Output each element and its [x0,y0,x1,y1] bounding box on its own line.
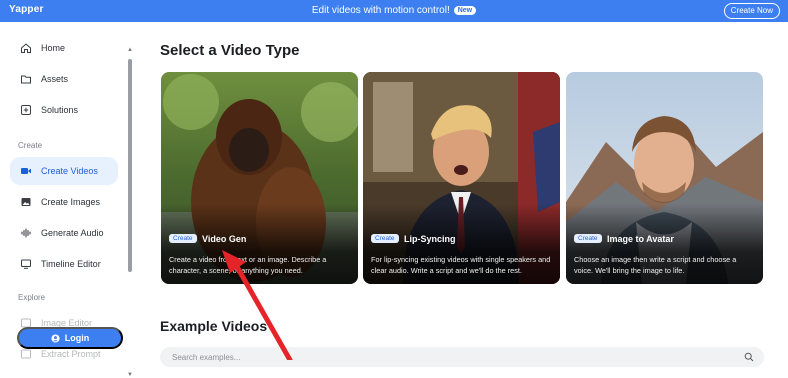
sidebar-item-label: Extract Prompt [41,349,101,359]
video-type-card-video-gen[interactable]: Create Video Gen Create a video from tex… [161,72,358,284]
main-content: Select a Video Type Create Video Gen Cre… [134,22,788,367]
page-title: Select a Video Type [160,42,300,59]
new-badge: New [453,6,477,15]
announcement-text[interactable]: Edit videos with motion control! [312,5,450,16]
sidebar-item-assets[interactable]: Assets [10,65,118,93]
sidebar-item-create-images[interactable]: Create Images [10,188,118,216]
sidebar-item-solutions[interactable]: Solutions [10,96,118,124]
scroll-up-arrow[interactable]: ▲ [127,47,133,53]
search-placeholder: Search examples... [172,353,241,362]
sidebar-item-label: Home [41,43,66,53]
card-tag: Create [169,234,197,243]
home-icon [21,43,31,53]
section-label-explore: Explore [18,293,46,302]
card-tag: Create [574,234,602,243]
sidebar-item-label: Create Images [41,197,101,207]
image-icon [21,198,31,206]
user-icon [51,333,60,343]
sidebar-item-label: Solutions [41,105,79,115]
card-title: Lip-Syncing [404,234,456,244]
card-tag: Create [371,234,399,243]
folder-icon [21,75,31,84]
card-title: Video Gen [202,234,247,244]
login-label: Login [64,333,90,343]
example-videos-heading: Example Videos [160,318,268,334]
card-description: Create a video from text or an image. De… [169,255,327,275]
video-type-card-lip-syncing[interactable]: Create Lip-Syncing For lip-syncing exist… [363,72,560,284]
card-description: For lip-syncing existing videos with sin… [371,255,551,275]
top-banner: Yapper Edit videos with motion control! N… [0,0,788,22]
prompt-icon [21,349,31,359]
sidebar-item-generate-audio[interactable]: Generate Audio [10,219,118,247]
sidebar-item-label: Create Videos [41,166,98,176]
login-button[interactable]: Login [17,327,123,349]
audio-wave-icon [21,228,31,238]
card-title: Image to Avatar [607,234,674,244]
sidebar-item-timeline-editor[interactable]: Timeline Editor [10,250,118,278]
sidebar-item-home[interactable]: Home [10,34,118,62]
sidebar-scrollbar[interactable] [128,59,132,272]
scroll-down-arrow[interactable]: ▼ [127,372,133,378]
sidebar-item-label: Timeline Editor [41,259,101,269]
announcement[interactable]: Edit videos with motion control! New [0,5,788,16]
sidebar-item-create-videos[interactable]: Create Videos [10,157,118,185]
video-icon [21,168,31,174]
monitor-icon [21,259,31,269]
create-now-button[interactable]: Create Now [723,3,780,19]
card-description: Choose an image then write a script and … [574,255,737,275]
video-type-card-image-to-avatar[interactable]: Create Image to Avatar Choose an image t… [566,72,763,284]
section-label-create: Create [18,141,43,150]
search-examples-input[interactable]: Search examples... [160,347,764,367]
sidebar: Home Assets Solutions Create Create Vide… [0,22,134,378]
plus-square-icon [21,105,31,115]
sidebar-item-label: Assets [41,74,69,84]
search-icon[interactable] [744,352,754,362]
sidebar-item-label: Generate Audio [41,228,104,238]
